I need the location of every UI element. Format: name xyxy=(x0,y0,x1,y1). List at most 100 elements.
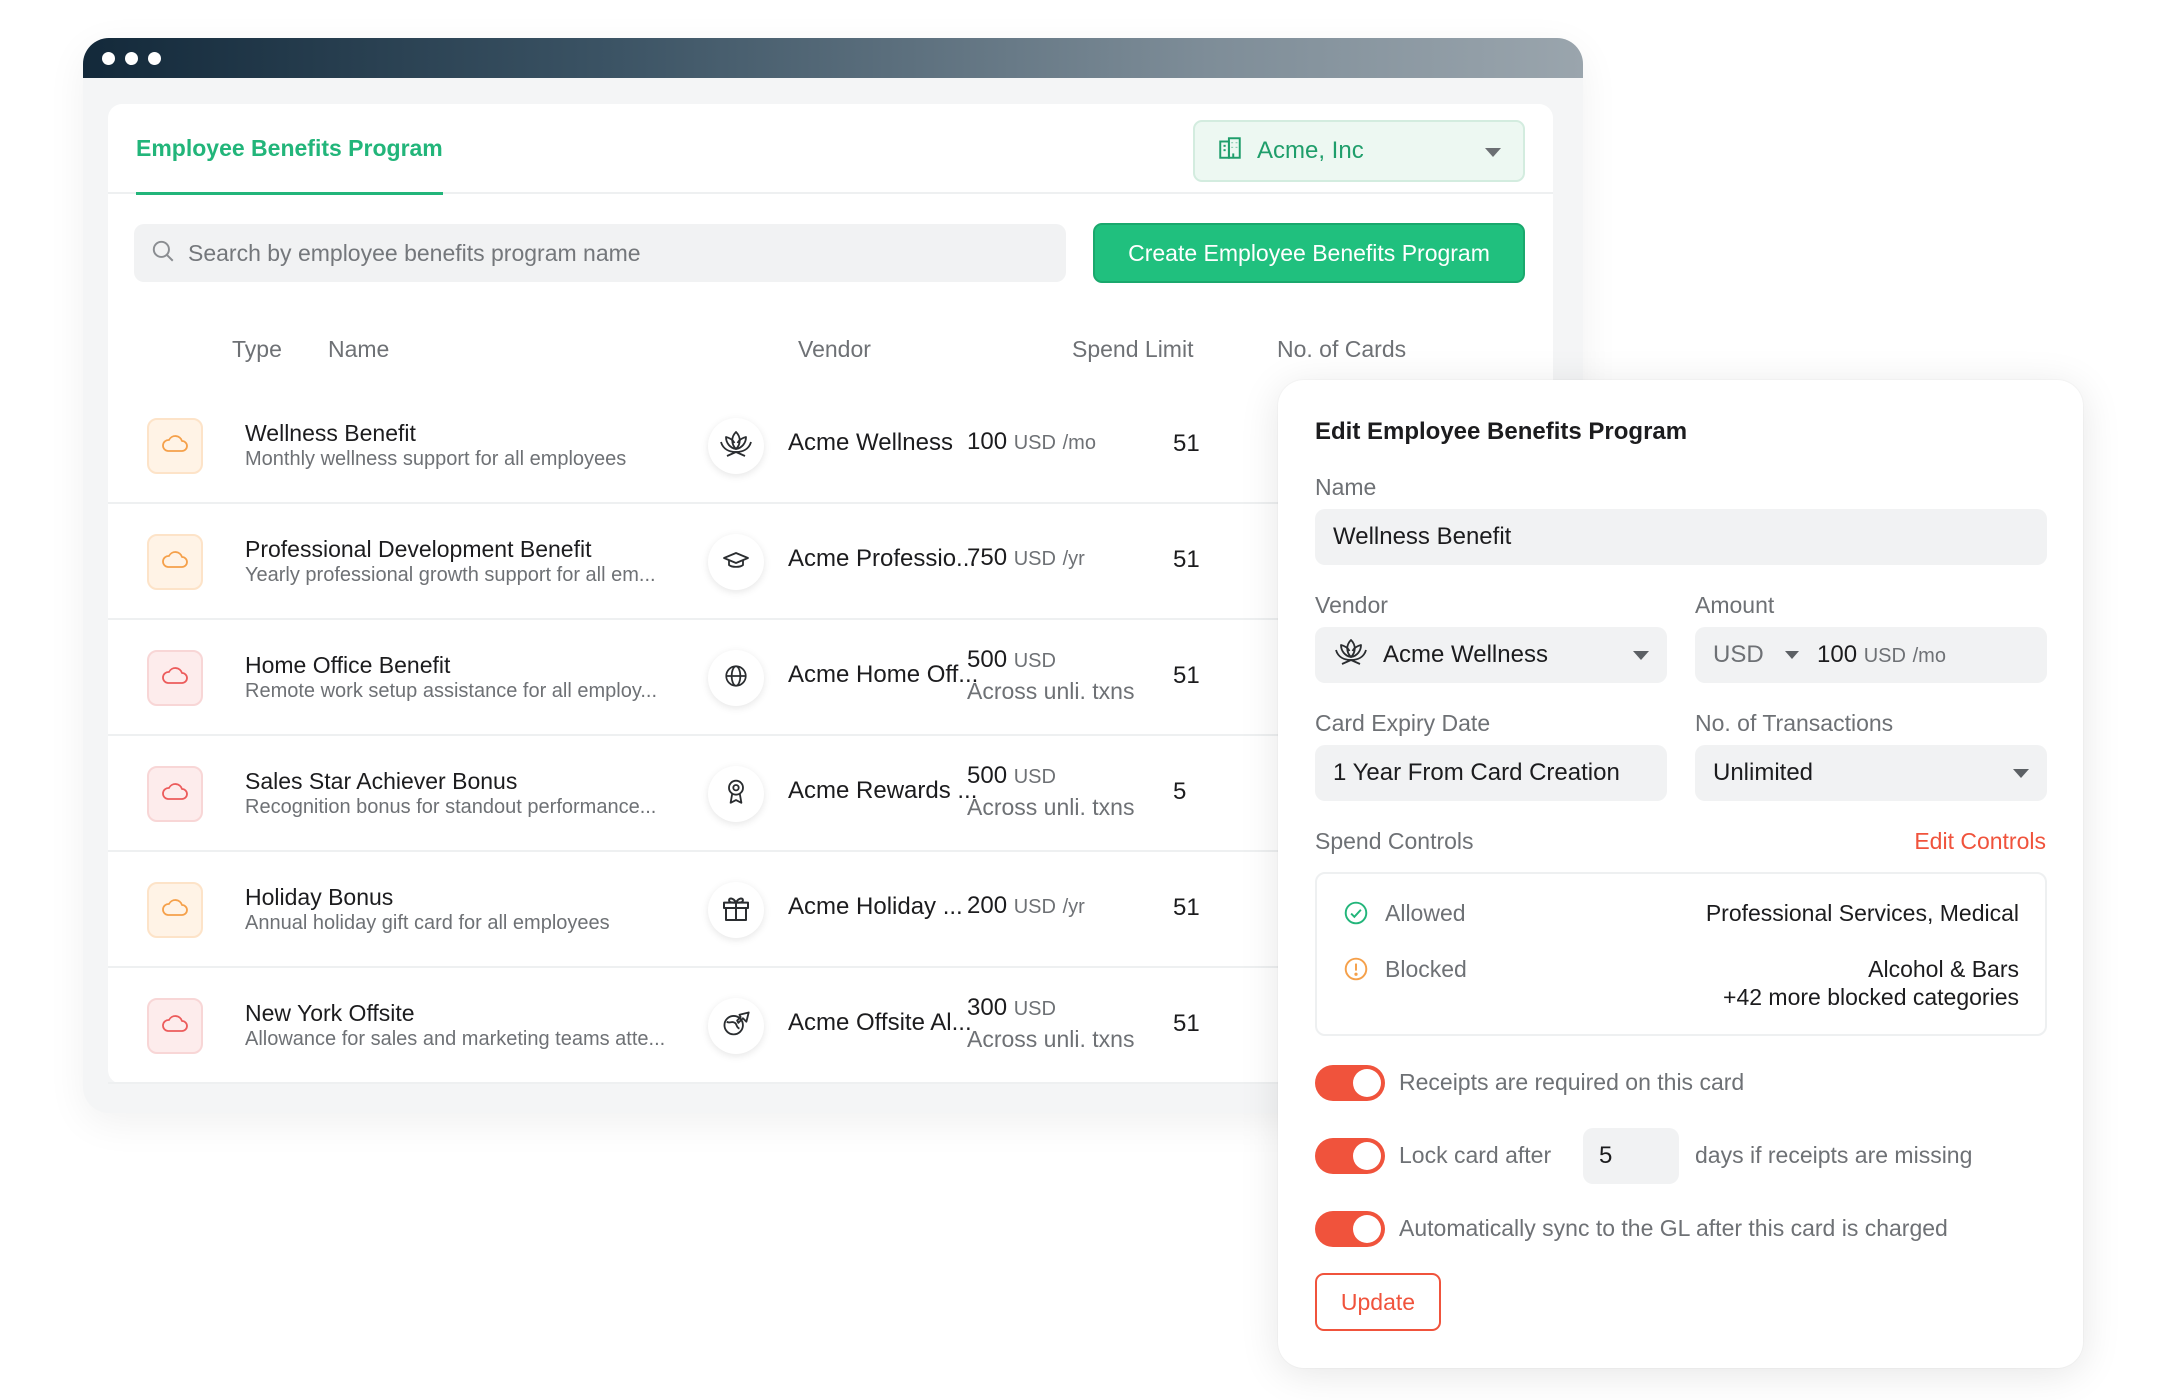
vendor-name: Acme Rewards ... xyxy=(788,777,978,804)
vendor-logo xyxy=(708,534,764,590)
spend-period: /yr xyxy=(1062,548,1085,570)
column-header-cards[interactable]: No. of Cards xyxy=(1277,336,1406,363)
column-header-spend-limit[interactable]: Spend Limit xyxy=(1072,336,1193,363)
edit-controls-link[interactable]: Edit Controls xyxy=(1914,828,2046,855)
program-type-icon xyxy=(147,418,203,474)
window-dot[interactable] xyxy=(125,51,138,65)
program-name[interactable]: Holiday Bonus xyxy=(245,884,393,911)
blocked-more-count[interactable]: +42 more blocked categories xyxy=(1723,984,2019,1011)
spend-unit: USD xyxy=(1013,548,1056,570)
edit-panel-title: Edit Employee Benefits Program xyxy=(1315,418,1688,445)
spend-unit: USD xyxy=(1013,766,1056,788)
cloud-icon xyxy=(160,664,190,693)
tab-employee-benefits-program[interactable]: Employee Benefits Program xyxy=(136,135,443,195)
spend-amount: 200 xyxy=(967,892,1008,919)
transactions-select[interactable]: Unlimited xyxy=(1695,745,2047,801)
spend-amount: 300 xyxy=(967,994,1008,1021)
expiry-field[interactable]: 1 Year From Card Creation xyxy=(1315,745,1667,801)
create-program-button[interactable]: Create Employee Benefits Program xyxy=(1093,223,1525,283)
spend-limit: 100 USD /mo xyxy=(967,428,1096,456)
spend-unit: USD xyxy=(1013,896,1056,918)
lotus-icon xyxy=(1333,637,1369,674)
name-label: Name xyxy=(1315,474,1377,500)
vendor-select[interactable]: Acme Wellness xyxy=(1315,627,1667,683)
toggle-knob xyxy=(1353,1215,1381,1243)
airplane-globe-icon xyxy=(721,1010,751,1043)
table-header: Type Name Vendor Spend Limit No. of Card… xyxy=(108,336,1553,376)
organization-name: Acme, Inc xyxy=(1257,137,1364,164)
table-row[interactable]: Professional Development Benefit Yearly … xyxy=(108,504,1358,620)
cards-count: 51 xyxy=(1173,546,1200,573)
spend-limit-note: Across unli. txns xyxy=(967,1026,1135,1052)
amount-field: USD 100 USD /mo xyxy=(1695,627,2047,683)
spend-limit: 750 USD /yr xyxy=(967,544,1085,572)
lock-days-field[interactable] xyxy=(1583,1128,1679,1184)
program-name[interactable]: New York Offsite xyxy=(245,1000,415,1027)
name-field[interactable] xyxy=(1315,509,2047,565)
programs-table: Wellness Benefit Monthly wellness suppor… xyxy=(108,388,1358,1088)
column-header-vendor[interactable]: Vendor xyxy=(798,336,871,363)
vendor-name: Acme Holiday ... xyxy=(788,893,963,920)
spend-limit: 500 USD xyxy=(967,762,1056,790)
spend-controls-label: Spend Controls xyxy=(1315,828,1474,854)
program-description: Allowance for sales and marketing teams … xyxy=(245,1028,666,1050)
name-input[interactable] xyxy=(1333,523,2047,551)
program-name[interactable]: Wellness Benefit xyxy=(245,420,416,447)
chevron-down-icon[interactable] xyxy=(1785,651,1799,659)
table-row[interactable]: New York Offsite Allowance for sales and… xyxy=(108,968,1358,1084)
amount-label: Amount xyxy=(1695,592,1775,618)
window-dot[interactable] xyxy=(102,51,115,65)
award-icon xyxy=(723,778,749,811)
vendor-name: Acme Professio... xyxy=(788,545,977,572)
spend-unit: USD xyxy=(1013,998,1056,1020)
receipts-required-label: Receipts are required on this card xyxy=(1399,1069,1745,1095)
graduation-cap-icon xyxy=(722,549,750,576)
gl-sync-toggle[interactable] xyxy=(1315,1211,1385,1247)
program-type-icon xyxy=(147,534,203,590)
update-button[interactable]: Update xyxy=(1315,1273,1441,1331)
table-row[interactable]: Holiday Bonus Annual holiday gift card f… xyxy=(108,852,1358,968)
allowed-categories: Professional Services, Medical xyxy=(1705,900,2019,926)
receipts-required-toggle[interactable] xyxy=(1315,1065,1385,1101)
window-dot[interactable] xyxy=(148,51,161,65)
spend-amount: 100 xyxy=(967,428,1008,455)
program-name[interactable]: Home Office Benefit xyxy=(245,652,450,679)
spend-amount: 500 xyxy=(967,646,1008,673)
spend-period: /mo xyxy=(1062,432,1096,454)
lock-card-suffix: days if receipts are missing xyxy=(1695,1142,1973,1168)
building-icon xyxy=(1217,135,1243,168)
cards-count: 51 xyxy=(1173,430,1200,457)
table-row[interactable]: Sales Star Achiever Bonus Recognition bo… xyxy=(108,736,1358,852)
allowed-label: Allowed xyxy=(1385,900,1466,926)
chevron-down-icon xyxy=(2013,769,2029,778)
spend-controls-box: Allowed Professional Services, Medical B… xyxy=(1315,872,2047,1036)
chevron-down-icon xyxy=(1633,651,1649,660)
blocked-categories: Alcohol & Bars xyxy=(1868,956,2019,982)
table-row[interactable]: Home Office Benefit Remote work setup as… xyxy=(108,620,1358,736)
currency-select[interactable]: USD xyxy=(1713,641,1764,669)
program-name[interactable]: Professional Development Benefit xyxy=(245,536,591,563)
program-type-icon xyxy=(147,998,203,1054)
vendor-logo xyxy=(708,418,764,474)
program-description: Recognition bonus for standout performan… xyxy=(245,796,657,818)
lock-days-input[interactable] xyxy=(1599,1142,1669,1170)
program-description: Annual holiday gift card for all employe… xyxy=(245,912,610,934)
amount-value-group[interactable]: 100 USD /mo xyxy=(1817,641,1946,669)
tab-bar: Employee Benefits Program Acme, Inc xyxy=(108,104,1553,195)
cloud-icon xyxy=(160,896,190,925)
vendor-name: Acme Wellness xyxy=(788,429,953,456)
spend-unit: USD xyxy=(1013,432,1056,454)
program-type-icon xyxy=(147,882,203,938)
spend-amount: 500 xyxy=(967,762,1008,789)
lock-card-toggle[interactable] xyxy=(1315,1138,1385,1174)
column-header-type[interactable]: Type xyxy=(232,336,282,363)
vendor-label: Vendor xyxy=(1315,592,1388,618)
search-input[interactable] xyxy=(188,239,1048,267)
organization-select[interactable]: Acme, Inc xyxy=(1193,120,1525,182)
cards-count: 5 xyxy=(1173,778,1187,805)
vendor-logo xyxy=(708,998,764,1054)
check-circle-icon xyxy=(1343,900,1369,931)
program-name[interactable]: Sales Star Achiever Bonus xyxy=(245,768,517,795)
table-row[interactable]: Wellness Benefit Monthly wellness suppor… xyxy=(108,388,1358,504)
column-header-name[interactable]: Name xyxy=(328,336,389,363)
